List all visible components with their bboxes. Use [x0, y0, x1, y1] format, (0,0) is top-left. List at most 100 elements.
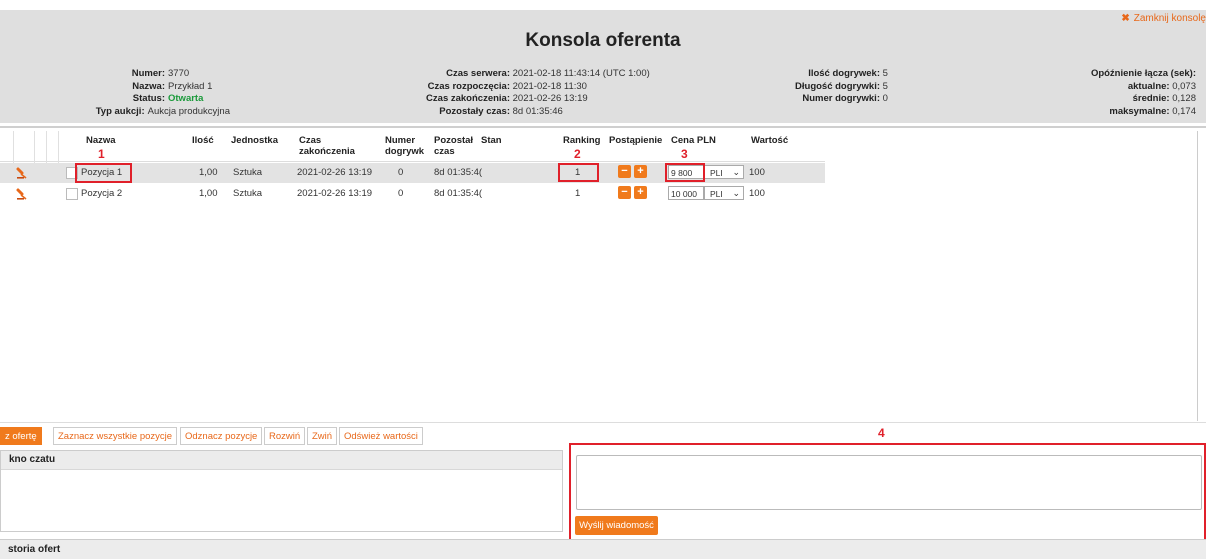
annotation-number-2: 2 — [574, 147, 581, 161]
console-header: Konsola oferenta ✖ Zamknij konsolę Numer:… — [0, 10, 1206, 123]
currency-value: PLI — [710, 168, 723, 178]
col-numer[interactable]: Numer dogrywk — [385, 135, 424, 157]
overtime-info: Ilość dogrywek: 5 Długość dogrywki: 5 Nu… — [760, 68, 888, 106]
increase-bid-button[interactable]: + — [634, 165, 647, 178]
end-time-value: 2021-02-26 13:19 — [512, 93, 588, 104]
select-all-button[interactable]: Zaznacz wszystkie pozycje — [53, 427, 178, 445]
message-input[interactable] — [576, 455, 1202, 510]
typ-value: Aukcja produkcyjna — [147, 105, 230, 117]
overtime-number-value: 0 — [882, 93, 888, 104]
item-value: 100 — [749, 188, 765, 199]
col-czas-line1: Czas — [299, 135, 322, 146]
offer-history-title: storia ofert — [0, 539, 1206, 559]
item-overtime-number: 0 — [398, 188, 404, 199]
close-console-link[interactable]: ✖ Zamknij konsolę — [1121, 13, 1206, 24]
col-stan[interactable]: Stan — [481, 135, 502, 146]
collapse-button[interactable]: Zwiń — [307, 427, 338, 445]
toolbar-separator — [0, 422, 1206, 423]
server-time-label: Czas serwera: — [446, 68, 510, 79]
col-czas-line2: zakończenia — [299, 146, 355, 157]
table-row[interactable]: Pozycja 2 1,00 Sztuka 2021-02-26 13:19 0… — [0, 184, 825, 204]
chat-window: kno czatu — [0, 450, 563, 532]
latency-avg-label: średnie: — [1132, 93, 1170, 104]
col-jednostka[interactable]: Jednostka — [231, 135, 278, 146]
end-time-label: Czas zakończenia: — [426, 93, 510, 104]
chevron-down-icon: ⌄ — [732, 188, 740, 198]
remaining-time-value: 8d 01:35:46 — [512, 105, 563, 117]
refresh-values-button[interactable]: Odśwież wartości — [339, 427, 423, 445]
time-info: Czas serwera: 2021-02-18 11:43:14 (UTC 1… — [410, 68, 650, 118]
decrease-bid-button[interactable]: − — [618, 165, 631, 178]
item-overtime-number: 0 — [398, 167, 404, 178]
overtime-count-value: 5 — [882, 68, 888, 79]
currency-select[interactable]: PLI ⌄ — [704, 165, 744, 179]
col-ranking[interactable]: Ranking — [563, 135, 600, 146]
item-value: 100 — [749, 167, 765, 178]
col-nazwa[interactable]: Nazwa — [86, 135, 116, 146]
item-remaining-time: 8d 01:35:4( — [434, 188, 483, 199]
status-label: Status: — [132, 93, 165, 104]
item-unit: Sztuka — [233, 188, 263, 199]
price-input[interactable]: 10 000 — [668, 186, 704, 200]
item-quantity: 1,00 — [199, 167, 218, 178]
nazwa-label: Nazwa: — [132, 80, 165, 92]
send-message-button[interactable]: Wyślij wiadomość — [575, 516, 658, 535]
overtime-length-value: 5 — [882, 80, 888, 92]
col-cena[interactable]: Cena PLN — [671, 135, 716, 146]
server-time-value: 2021-02-18 11:43:14 (UTC 1:00) — [512, 68, 650, 79]
item-end-time: 2021-02-26 13:19 — [297, 188, 373, 199]
close-icon: ✖ — [1121, 13, 1130, 24]
chevron-down-icon: ⌄ — [732, 167, 740, 177]
latency-current-label: aktualne: — [1127, 80, 1170, 92]
annotation-box-2 — [558, 163, 599, 182]
table-header: Nazwa Ilość Jednostka Czas zakończenia Nu… — [0, 131, 825, 162]
numer-label: Numer: — [131, 68, 165, 79]
close-label: Zamknij konsolę — [1133, 13, 1206, 24]
overtime-length-label: Długość dogrywki: — [795, 80, 880, 92]
row-checkbox[interactable] — [66, 188, 78, 200]
chat-title: kno czatu — [1, 451, 562, 470]
latency-info: Opóźnienie łącza (sek): aktualne: 0,073 … — [1091, 68, 1196, 118]
page-title: Konsola oferenta — [525, 30, 681, 51]
latency-current-value: 0,073 — [1172, 80, 1196, 92]
decrease-bid-button[interactable]: − — [618, 186, 631, 199]
overtime-count-label: Ilość dogrywek: — [808, 68, 880, 79]
col-pozostal[interactable]: Pozostał czas — [434, 135, 473, 157]
item-ranking: 1 — [575, 188, 581, 199]
col-czas[interactable]: Czas zakończenia — [299, 135, 355, 157]
col-pozostal-line2: czas — [434, 146, 455, 157]
overtime-number-label: Numer dogrywki: — [802, 93, 880, 104]
latency-avg-value: 0,128 — [1172, 93, 1196, 104]
currency-select[interactable]: PLI ⌄ — [704, 186, 744, 200]
col-postapienie[interactable]: Postąpienie — [609, 135, 662, 146]
latency-max-label: maksymalne: — [1109, 105, 1170, 117]
currency-value: PLI — [710, 189, 723, 199]
item-end-time: 2021-02-26 13:19 — [297, 167, 373, 178]
header-separator — [0, 126, 1206, 128]
annotation-number-4: 4 — [878, 426, 885, 440]
col-ilosc[interactable]: Ilość — [192, 135, 214, 146]
gavel-icon[interactable] — [15, 187, 29, 201]
remaining-time-label: Pozostały czas: — [439, 105, 510, 117]
col-numer-line2: dogrywk — [385, 146, 425, 157]
start-time-value: 2021-02-18 11:30 — [512, 80, 587, 92]
col-wartosc[interactable]: Wartość — [751, 135, 788, 146]
col-pozostal-line1: Pozostał — [434, 135, 474, 146]
increase-bid-button[interactable]: + — [634, 186, 647, 199]
submit-offer-button[interactable]: z ofertę — [0, 427, 42, 445]
expand-button[interactable]: Rozwiń — [264, 427, 306, 445]
status-value: Otwarta — [168, 93, 204, 104]
table-right-border — [1197, 131, 1198, 421]
annotation-number-3: 3 — [681, 147, 688, 161]
annotation-box-1 — [75, 163, 132, 183]
item-name: Pozycja 2 — [81, 188, 123, 199]
auction-info: Numer: 3770 Nazwa: Przykład 1 Status: Otwar… — [80, 68, 230, 118]
item-remaining-time: 8d 01:35:4( — [434, 167, 483, 178]
item-unit: Sztuka — [233, 167, 263, 178]
typ-label: Typ aukcji: — [95, 105, 145, 117]
latency-label: Opóźnienie łącza (sek): — [1090, 68, 1196, 79]
start-time-label: Czas rozpoczęcia: — [427, 80, 510, 92]
deselect-button[interactable]: Odznacz pozycje — [180, 427, 263, 445]
latency-max-value: 0,174 — [1172, 105, 1196, 117]
gavel-icon[interactable] — [15, 166, 29, 180]
